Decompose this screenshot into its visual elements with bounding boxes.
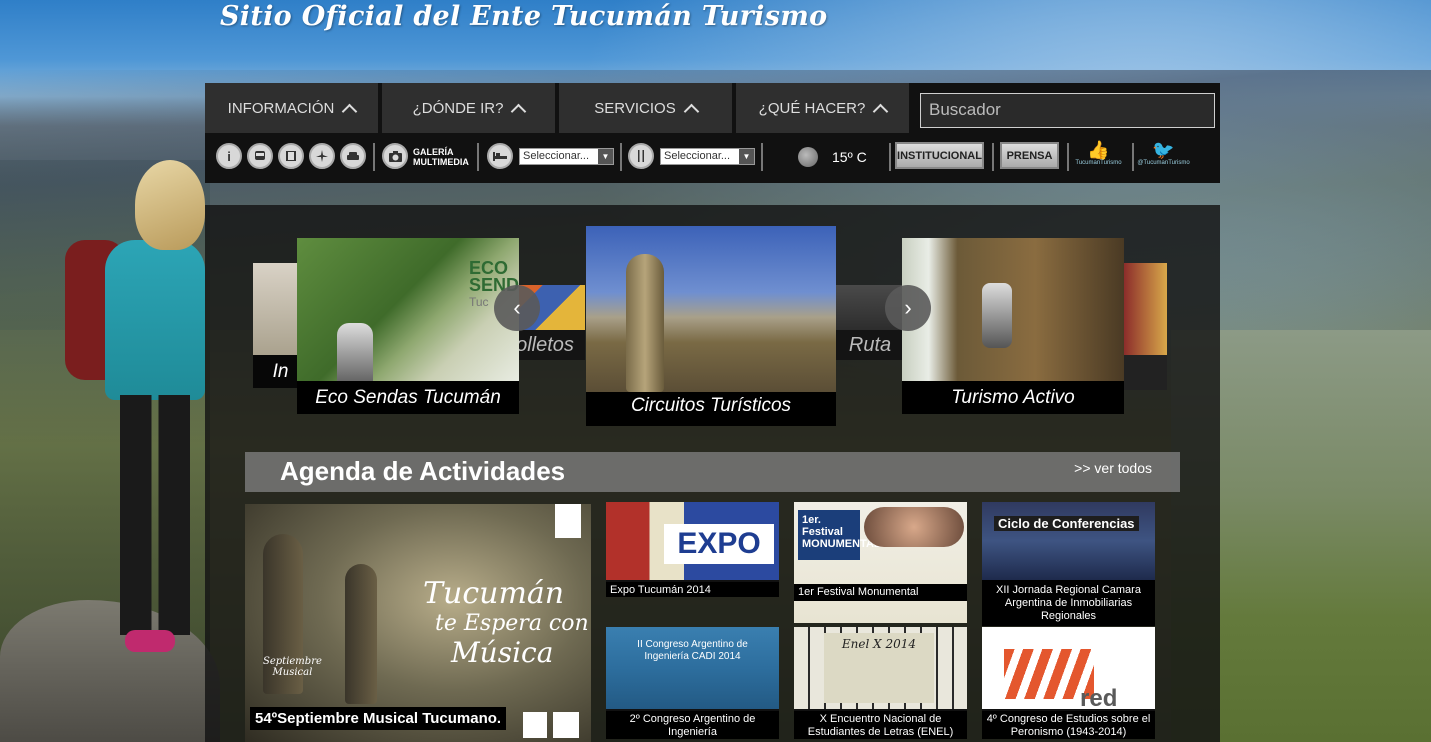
event-tile-label: X Encuentro Nacional de Estudiantes de L… xyxy=(794,711,967,739)
toolbar-divider xyxy=(889,143,891,171)
car-icon[interactable] xyxy=(340,143,366,169)
main-navigation: INFORMACIÓN ¿DÓNDE IR? SERVICIOS ¿QUÉ HA… xyxy=(205,83,1220,183)
chevron-up-icon xyxy=(342,103,358,119)
institucional-button[interactable]: INSTITUCIONAL xyxy=(895,142,984,169)
lodging-select[interactable]: Seleccionar... ▼ xyxy=(519,148,614,165)
qr-code-icon xyxy=(523,712,547,738)
event-tile-peronismo[interactable]: red 4º Congreso de Estudios sobre el Per… xyxy=(982,627,1155,739)
event-tile-label: 2º Congreso Argentino de Ingeniería xyxy=(606,711,779,739)
gastronomy-select[interactable]: Seleccionar... ▼ xyxy=(660,148,755,165)
jornada-art: Ciclo de Conferencias xyxy=(994,516,1139,531)
train-icon[interactable] xyxy=(278,143,304,169)
event-tile-label: 4º Congreso de Estudios sobre el Peronis… xyxy=(982,711,1155,739)
lodging-select-value: Seleccionar... xyxy=(523,150,590,162)
government-logo xyxy=(553,712,579,738)
facebook-label: TucumanTurismo xyxy=(1075,160,1122,166)
carousel-back-card[interactable] xyxy=(1123,263,1167,390)
peronismo-art: red xyxy=(1080,685,1118,712)
toolbar-divider xyxy=(761,143,763,171)
galeria-line2: MULTIMEDIA xyxy=(413,157,469,167)
carousel-caption: Circuitos Turísticos xyxy=(586,392,836,426)
site-title: Sitio Oficial del Ente Tucumán Turismo xyxy=(220,1,828,32)
septiembre-musical-badge: Septiembre Musical xyxy=(263,656,322,678)
badge-line1: Septiembre xyxy=(263,656,322,667)
facebook-link[interactable]: 👍 TucumanTurismo xyxy=(1071,140,1126,172)
chevron-right-icon: › xyxy=(904,295,912,320)
chevron-down-icon: ▼ xyxy=(739,149,754,164)
event-tile-jornada[interactable]: Ciclo de Conferencias XII Jornada Region… xyxy=(982,502,1155,626)
featured-art-text: Tucumán te Espera con Música xyxy=(423,576,589,669)
carousel-next-button[interactable]: › xyxy=(885,285,931,331)
menu-que-hacer-label: ¿QUÉ HACER? xyxy=(758,99,866,117)
featured-event-card[interactable]: Tucumán te Espera con Música Septiembre … xyxy=(245,504,591,742)
nav-toolbar: i GALERÍA MULTIMEDIA Seleccionar... ▼ Se… xyxy=(205,135,1220,181)
badge-line2: Musical xyxy=(272,667,313,678)
toolbar-divider xyxy=(373,143,375,171)
twitter-link[interactable]: 🐦 @TucumanTurismo xyxy=(1136,140,1191,172)
event-tile-enel[interactable]: Enel X 2014 X Encuentro Nacional de Estu… xyxy=(794,627,967,739)
prensa-button[interactable]: PRENSA xyxy=(1000,142,1059,169)
info-icon[interactable]: i xyxy=(216,143,242,169)
galeria-multimedia-link[interactable]: GALERÍA MULTIMEDIA xyxy=(413,147,469,167)
menu-servicios-label: SERVICIOS xyxy=(594,99,676,117)
carousel-card-turismo-activo[interactable]: Turismo Activo xyxy=(902,238,1124,414)
chevron-left-icon: ‹ xyxy=(513,295,521,320)
twitter-bird-icon: 🐦 xyxy=(1152,140,1175,160)
featured-art-line2: te Espera con xyxy=(435,611,589,636)
menu-donde-ir[interactable]: ¿DÓNDE IR? xyxy=(382,83,555,133)
event-tile-festival[interactable]: 1er. Festival MONUMENTAL 1er Festival Mo… xyxy=(794,502,967,623)
chevron-down-icon: ▼ xyxy=(598,149,613,164)
gastronomy-select-value: Seleccionar... xyxy=(664,150,731,162)
expo-art: EXPO xyxy=(664,524,774,564)
festival-art: 1er. Festival MONUMENTAL xyxy=(798,510,881,560)
chevron-up-icon xyxy=(873,103,889,119)
toolbar-divider xyxy=(1067,143,1069,171)
event-tile-cadi[interactable]: II Congreso Argentino de Ingeniería CADI… xyxy=(606,627,779,739)
menu-que-hacer[interactable]: ¿QUÉ HACER? xyxy=(736,83,909,133)
featured-art-line1: Tucumán xyxy=(423,576,565,611)
toolbar-divider xyxy=(620,143,622,171)
bus-icon[interactable] xyxy=(247,143,273,169)
twitter-label: @TucumanTurismo xyxy=(1137,160,1190,166)
chevron-up-icon xyxy=(683,103,699,119)
carousel-caption: Eco Sendas Tucumán xyxy=(297,381,519,414)
menu-servicios[interactable]: SERVICIOS xyxy=(559,83,732,133)
carousel-prev-button[interactable]: ‹ xyxy=(494,285,540,331)
search-input[interactable]: Buscador xyxy=(920,93,1215,128)
camera-icon[interactable] xyxy=(382,143,408,169)
carousel-card-circuitos[interactable]: Circuitos Turísticos xyxy=(586,226,836,426)
main-content: In olletos Ruta de ECO SEND Tuc Eco Send… xyxy=(205,205,1220,742)
carousel-back-caption: Ruta de xyxy=(835,330,905,360)
carousel-card-eco-sendas[interactable]: ECO SEND Tuc Eco Sendas Tucumán xyxy=(297,238,519,414)
toolbar-divider xyxy=(1132,143,1134,171)
carousel-caption: Turismo Activo xyxy=(902,381,1124,414)
agenda-title: Agenda de Actividades xyxy=(280,456,566,486)
thumbs-up-icon: 👍 xyxy=(1087,140,1110,160)
bed-icon xyxy=(487,143,513,169)
plane-icon[interactable] xyxy=(309,143,335,169)
cadi-art: II Congreso Argentino de Ingeniería CADI… xyxy=(637,639,748,662)
menu-donde-ir-label: ¿DÓNDE IR? xyxy=(412,99,504,117)
featured-art-line3: Música xyxy=(451,636,554,669)
chevron-up-icon xyxy=(511,103,527,119)
weather-icon xyxy=(798,147,818,167)
event-tile-label: 1er Festival Monumental xyxy=(794,584,967,601)
toolbar-divider xyxy=(992,143,994,171)
nav-top-row: INFORMACIÓN ¿DÓNDE IR? SERVICIOS ¿QUÉ HA… xyxy=(205,83,1220,133)
menu-informacion-label: INFORMACIÓN xyxy=(227,99,335,117)
toolbar-divider xyxy=(477,143,479,171)
enel-art: Enel X 2014 xyxy=(824,633,934,703)
government-logo xyxy=(555,504,581,538)
event-tile-expo[interactable]: EXPO Expo Tucumán 2014 xyxy=(606,502,779,597)
agenda-header: Agenda de Actividades >> ver todos xyxy=(245,452,1180,492)
ver-todos-link[interactable]: >> ver todos xyxy=(1074,460,1152,476)
temperature: 15º C xyxy=(832,149,867,165)
event-tile-label: XII Jornada Regional Camara Argentina de… xyxy=(982,582,1155,625)
event-tile-label: Expo Tucumán 2014 xyxy=(606,582,779,597)
galeria-line1: GALERÍA xyxy=(413,147,454,157)
fork-knife-icon xyxy=(628,143,654,169)
featured-event-caption: 54ºSeptiembre Musical Tucumano. xyxy=(250,707,507,730)
menu-informacion[interactable]: INFORMACIÓN xyxy=(205,83,378,133)
